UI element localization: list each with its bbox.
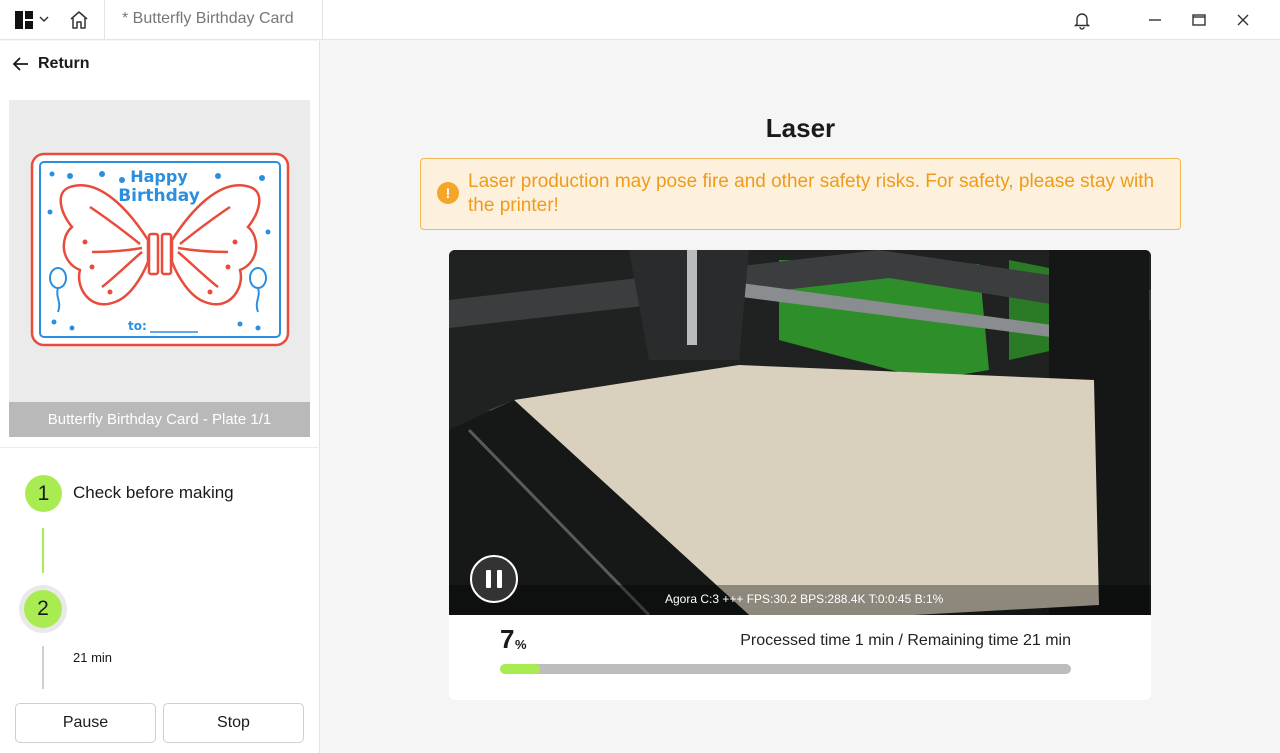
camera-image xyxy=(449,250,1151,615)
bell-icon[interactable] xyxy=(1072,10,1092,30)
tab-separator xyxy=(104,0,105,40)
app-logo-icon[interactable] xyxy=(14,10,34,30)
progress-bar xyxy=(500,664,1071,674)
card-text-happy: Happy xyxy=(130,167,188,186)
warning-icon: ! xyxy=(437,182,459,204)
step-2-indicator: 2 xyxy=(24,590,62,628)
pause-button[interactable]: Pause xyxy=(15,703,156,743)
card-text-birthday: Birthday xyxy=(118,186,200,206)
return-label: Return xyxy=(38,55,90,72)
card-preview-image: Happy Birthday to: xyxy=(30,152,290,347)
minimize-icon[interactable] xyxy=(1145,10,1165,30)
tab-separator xyxy=(322,0,323,40)
sidebar: Return Happy Birthday to: Butterfly Birt… xyxy=(0,41,320,753)
divider xyxy=(0,447,320,448)
maximize-icon[interactable] xyxy=(1189,10,1209,30)
time-status: Processed time 1 min / Remaining time 21… xyxy=(740,632,1071,649)
step-connector xyxy=(42,528,44,573)
progress-panel: Agora C:3 +++ FPS:30.2 BPS:288.4K T:0:0:… xyxy=(449,250,1151,700)
document-tab-title[interactable]: * Butterfly Birthday Card xyxy=(122,10,294,28)
step-1-label: Check before making xyxy=(73,483,234,502)
return-button[interactable]: Return xyxy=(12,55,90,73)
warning-text: Laser production may pose fire and other… xyxy=(468,171,1155,216)
progress-bar-fill xyxy=(500,664,540,674)
step-2-time: 21 min xyxy=(73,650,113,665)
title-bar: * Butterfly Birthday Card xyxy=(0,0,1280,40)
video-stats: Agora C:3 +++ FPS:30.2 BPS:288.4K T:0:0:… xyxy=(665,592,944,606)
plate-label: Butterfly Birthday Card - Plate 1/1 xyxy=(9,402,310,437)
plate-preview: Happy Birthday to: Butterfly Birthday Ca… xyxy=(9,100,310,437)
percent-sign: % xyxy=(515,637,527,652)
page-title: Laser xyxy=(765,113,836,143)
close-icon[interactable] xyxy=(1233,10,1253,30)
camera-feed: Agora C:3 +++ FPS:30.2 BPS:288.4K T:0:0:… xyxy=(449,250,1151,615)
step-connector xyxy=(42,646,44,689)
step-1-indicator: 1 xyxy=(25,475,62,512)
safety-warning-banner: ! Laser production may pose fire and oth… xyxy=(420,158,1181,230)
video-pause-button[interactable] xyxy=(470,555,518,603)
card-text-to: to: xyxy=(128,319,147,333)
stop-button[interactable]: Stop xyxy=(163,703,304,743)
home-icon[interactable] xyxy=(68,9,90,31)
arrow-left-icon xyxy=(12,57,28,71)
chevron-down-icon[interactable] xyxy=(38,13,50,25)
progress-percent: 7 xyxy=(500,624,515,654)
